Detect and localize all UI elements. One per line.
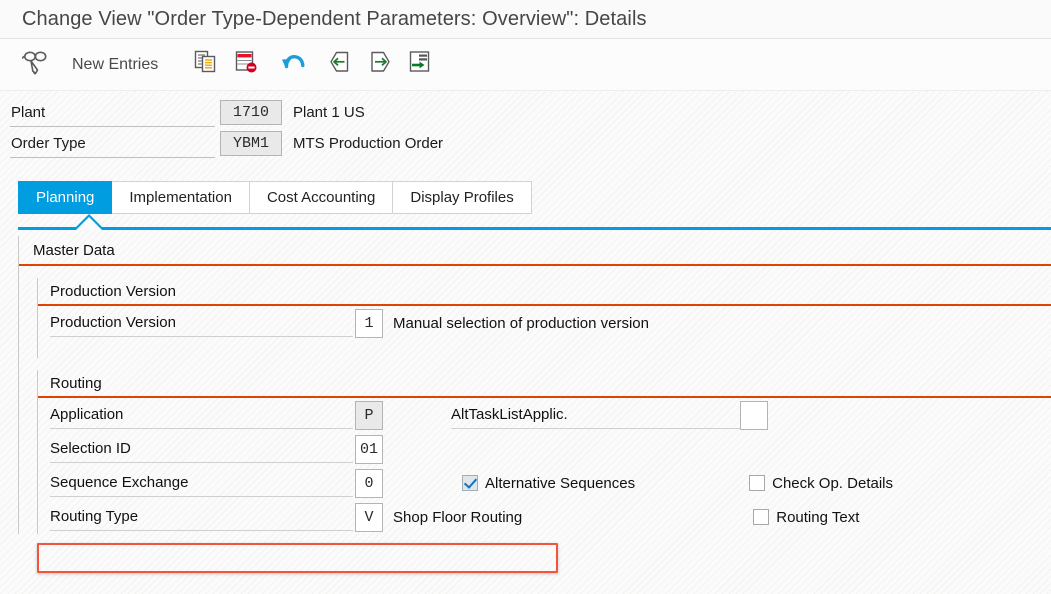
routing-type-label: Routing Type bbox=[50, 503, 353, 531]
group-routing: Routing Application P AltTaskListApplic.… bbox=[37, 370, 1051, 534]
group-production-version: Production Version Production Version 1 … bbox=[37, 278, 1051, 358]
undo-button[interactable] bbox=[272, 44, 314, 86]
new-entries-button[interactable]: New Entries bbox=[58, 56, 172, 74]
order-type-description: MTS Production Order bbox=[293, 135, 444, 152]
display-change-button[interactable] bbox=[14, 44, 58, 86]
glasses-pencil-icon bbox=[21, 48, 51, 81]
sap-application-window: Change View "Order Type-Dependent Parame… bbox=[0, 0, 1051, 594]
other-entry-icon bbox=[407, 49, 433, 80]
delete-row-icon bbox=[233, 49, 259, 80]
routing-group-title: Routing bbox=[38, 370, 1051, 398]
routing-type-highlight-box bbox=[37, 543, 558, 573]
plant-description: Plant 1 US bbox=[293, 104, 365, 121]
next-entry-icon bbox=[367, 49, 393, 80]
alt-task-list-applic-label: AltTaskListApplic. bbox=[451, 401, 740, 429]
row-production-version: Production Version 1 Manual selection of… bbox=[50, 306, 1051, 340]
header-row-plant: Plant 1710 Plant 1 US bbox=[10, 97, 1051, 128]
routing-type-description: Shop Floor Routing bbox=[393, 508, 523, 526]
routing-rows: Application P AltTaskListApplic. Selecti… bbox=[38, 398, 1051, 534]
tab-content-planning: Master Data Production Version Productio… bbox=[18, 236, 1051, 534]
tab-planning[interactable]: Planning bbox=[18, 181, 113, 214]
checkbox-alternative-sequences-box[interactable] bbox=[462, 475, 478, 491]
active-tab-pointer-inner bbox=[76, 217, 102, 230]
undo-icon bbox=[279, 49, 307, 80]
window-title-bar: Change View "Order Type-Dependent Parame… bbox=[0, 0, 1051, 39]
selection-id-label: Selection ID bbox=[50, 435, 353, 463]
checkbox-routing-text-box[interactable] bbox=[753, 509, 770, 525]
production-version-description: Manual selection of production version bbox=[393, 314, 649, 332]
row-sequence-exchange: Sequence Exchange 0 Alternative Sequence… bbox=[50, 466, 1051, 500]
previous-entry-icon bbox=[327, 49, 353, 80]
checkbox-routing-text[interactable]: Routing Text bbox=[753, 509, 859, 526]
tabstrip-underline bbox=[18, 227, 1051, 230]
production-version-group-title: Production Version bbox=[38, 278, 1051, 306]
production-version-input[interactable]: 1 bbox=[355, 308, 383, 338]
production-version-label: Production Version bbox=[50, 309, 353, 337]
tab-cost-accounting[interactable]: Cost Accounting bbox=[249, 181, 394, 214]
checkbox-alternative-sequences[interactable]: Alternative Sequences bbox=[462, 475, 635, 492]
row-application: Application P AltTaskListApplic. bbox=[50, 398, 1051, 432]
order-type-label: Order Type bbox=[10, 129, 215, 158]
tab-list: Planning Implementation Cost Accounting … bbox=[18, 181, 1051, 214]
next-entry-button[interactable] bbox=[360, 44, 400, 86]
plant-input[interactable]: 1710 bbox=[220, 100, 282, 125]
sequence-exchange-label: Sequence Exchange bbox=[50, 469, 353, 497]
tab-implementation[interactable]: Implementation bbox=[112, 181, 250, 214]
routing-type-input[interactable]: V bbox=[355, 502, 383, 532]
master-data-title: Master Data bbox=[19, 236, 1051, 266]
checkbox-alternative-sequences-label: Alternative Sequences bbox=[485, 474, 636, 492]
application-label: Application bbox=[50, 401, 353, 429]
header-key-fields: Plant 1710 Plant 1 US Order Type YBM1 MT… bbox=[0, 91, 1051, 167]
copy-as-button[interactable] bbox=[186, 44, 226, 86]
delete-entry-button[interactable] bbox=[226, 44, 266, 86]
alt-task-list-applic-field: AltTaskListApplic. bbox=[451, 400, 768, 430]
production-version-spacer bbox=[38, 340, 1051, 358]
order-type-input[interactable]: YBM1 bbox=[220, 131, 282, 156]
previous-entry-button[interactable] bbox=[320, 44, 360, 86]
checkbox-check-op-details[interactable]: Check Op. Details bbox=[749, 475, 893, 492]
application-toolbar: New Entries bbox=[0, 39, 1051, 91]
checkbox-check-op-details-box[interactable] bbox=[749, 475, 766, 491]
sequence-exchange-input[interactable]: 0 bbox=[355, 468, 383, 498]
selection-id-input[interactable]: 01 bbox=[355, 434, 383, 464]
copy-as-icon bbox=[193, 49, 219, 80]
checkbox-check-op-details-label: Check Op. Details bbox=[772, 474, 893, 492]
other-entry-button[interactable] bbox=[400, 44, 440, 86]
application-input[interactable]: P bbox=[355, 400, 383, 430]
checkbox-routing-text-label: Routing Text bbox=[776, 508, 860, 526]
row-selection-id: Selection ID 01 bbox=[50, 432, 1051, 466]
plant-label: Plant bbox=[10, 98, 215, 127]
page-title: Change View "Order Type-Dependent Parame… bbox=[22, 7, 647, 30]
group-master-data: Master Data Production Version Productio… bbox=[18, 236, 1051, 534]
header-row-order-type: Order Type YBM1 MTS Production Order bbox=[10, 128, 1051, 159]
alt-task-list-applic-input[interactable] bbox=[740, 400, 768, 430]
row-routing-type: Routing Type V Shop Floor Routing Routin… bbox=[50, 500, 1051, 534]
tab-display-profiles[interactable]: Display Profiles bbox=[393, 181, 532, 214]
tabstrip: Planning Implementation Cost Accounting … bbox=[0, 181, 1051, 230]
production-version-rows: Production Version 1 Manual selection of… bbox=[38, 306, 1051, 340]
